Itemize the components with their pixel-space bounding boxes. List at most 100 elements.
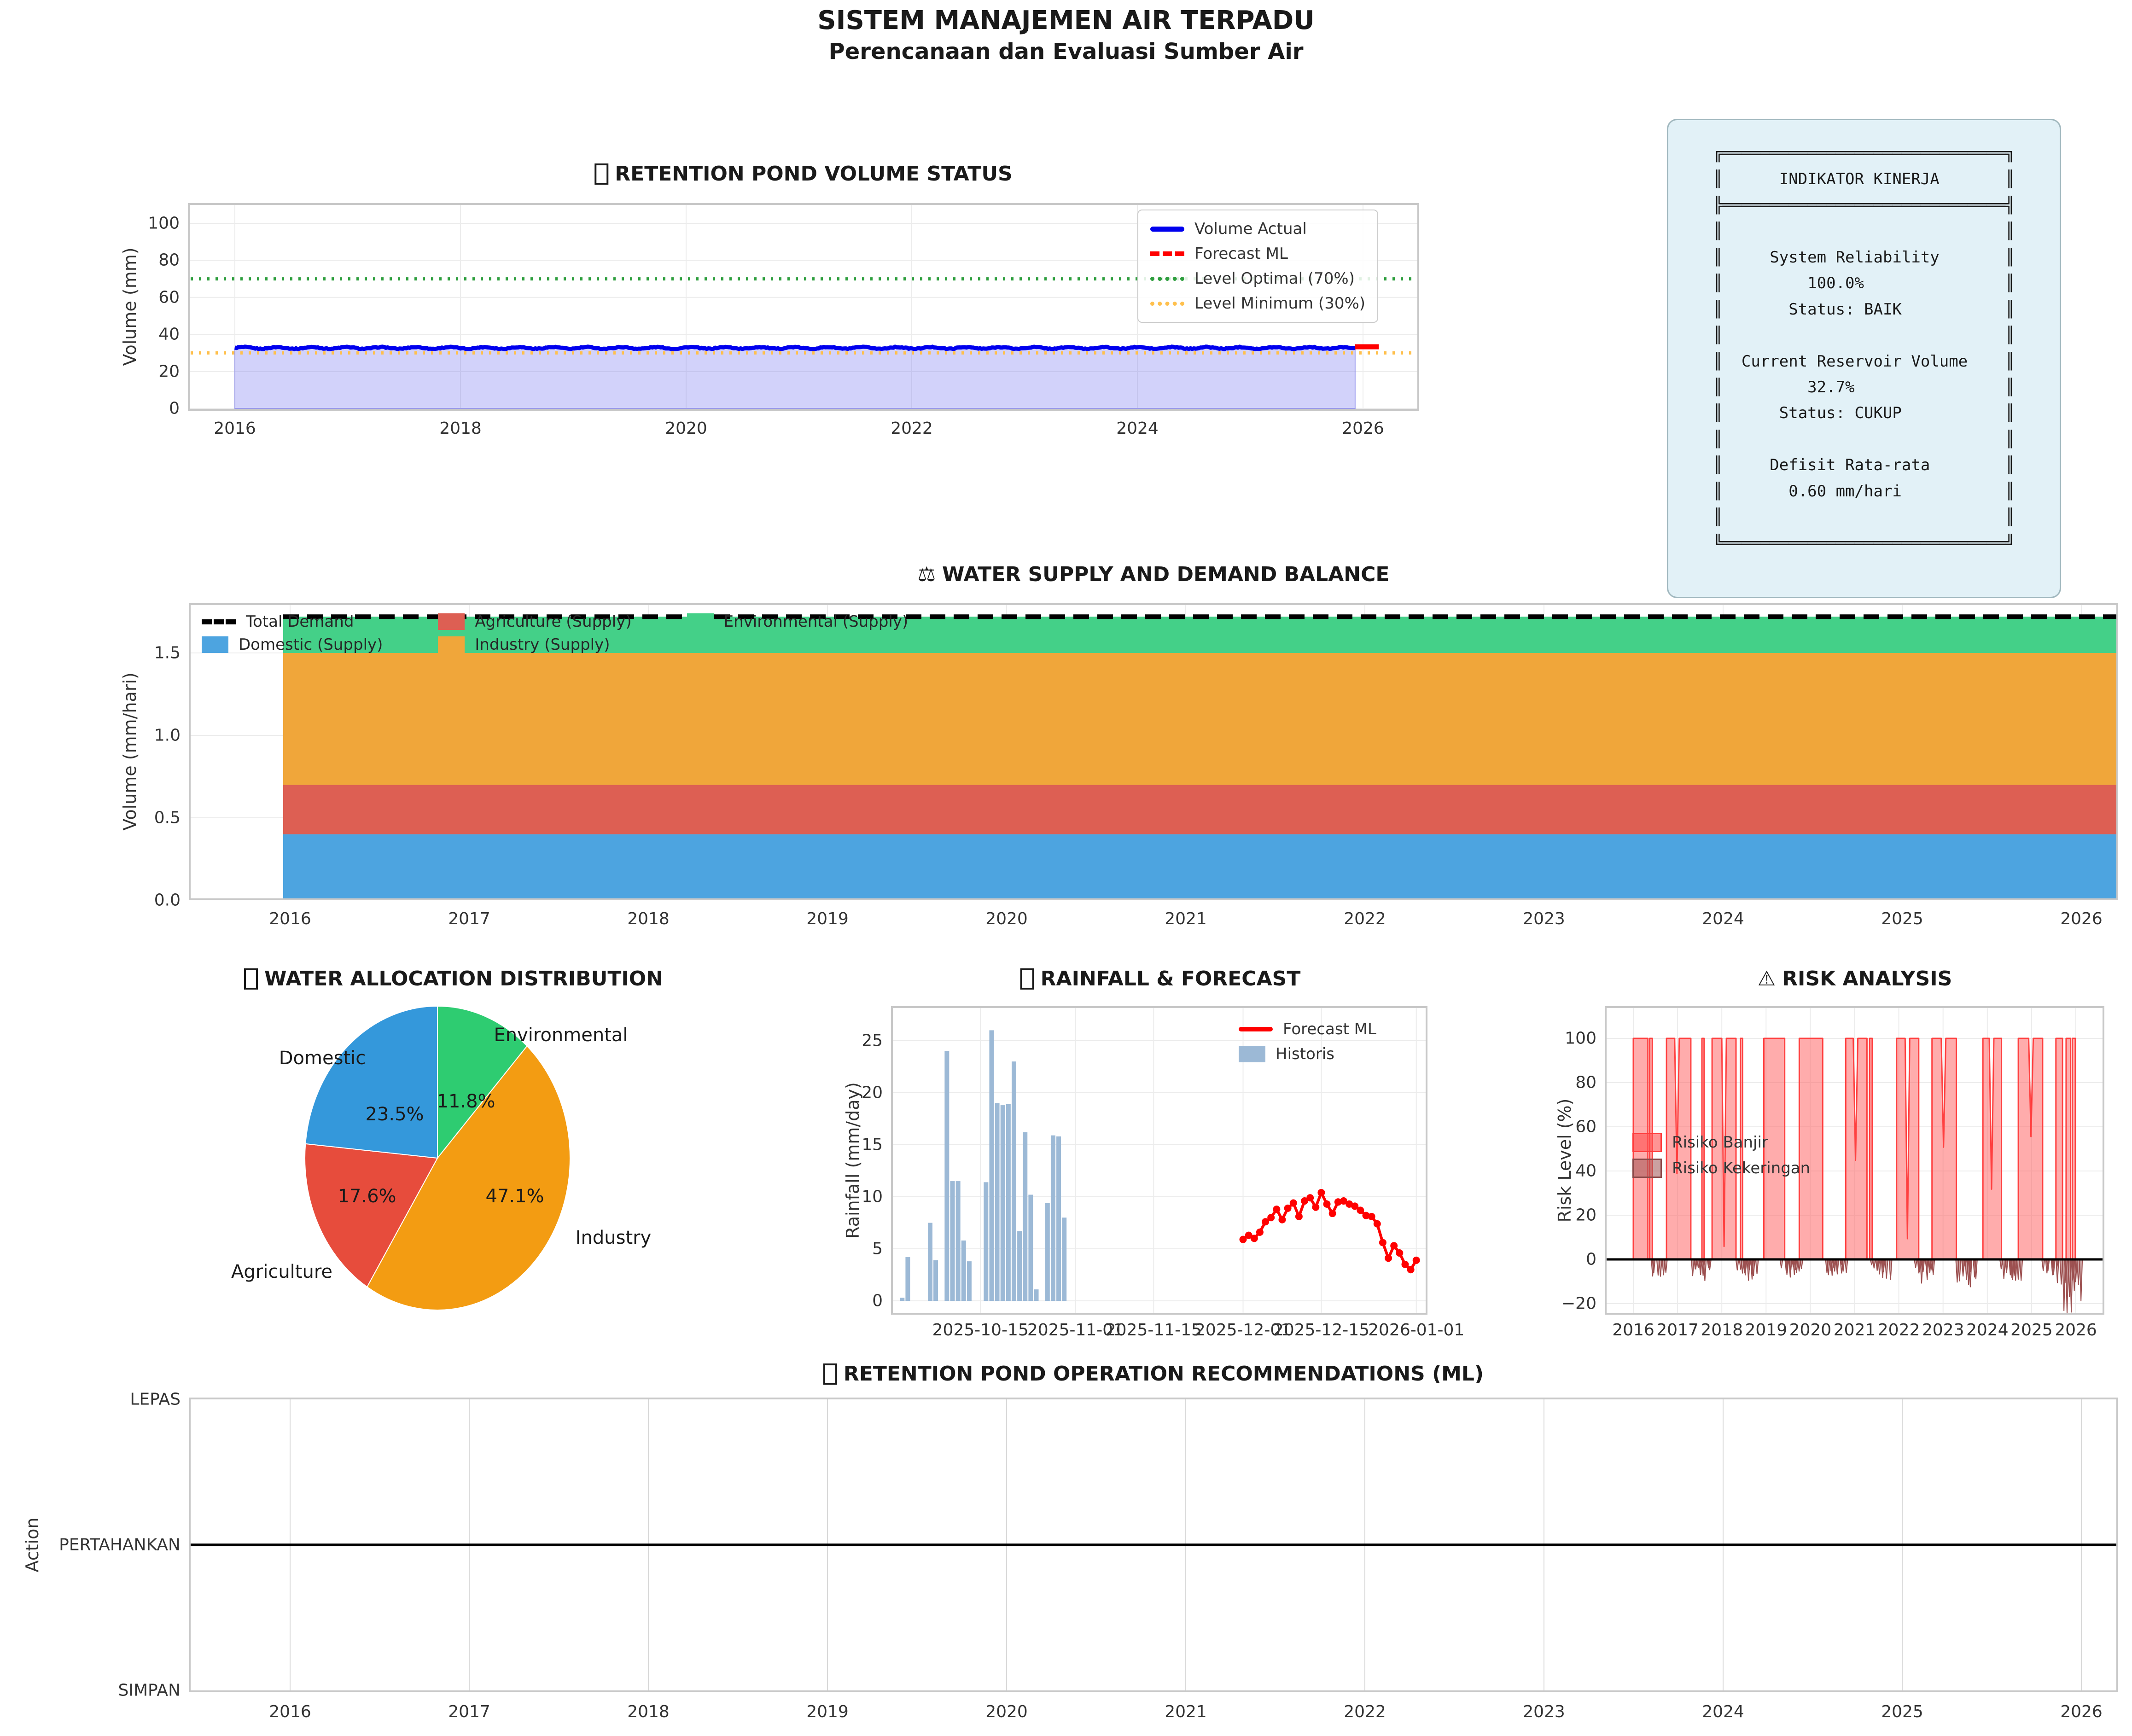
y-tick-label: 25 [862,1031,883,1050]
pie-percent-label: 47.1% [485,1186,544,1207]
x-tick-label: 2023 [1922,1321,1964,1340]
rainfall-chart-title: RAINFALL & FORECAST [1020,967,1300,990]
balance-ylabel: Volume (mm/hari) [120,672,140,831]
industry-swatch-icon [438,636,465,653]
y-tick-label: 20 [862,1083,883,1102]
indicator-line: ║ Status: CUKUP ║ [1713,404,2015,423]
x-tick-label: 2022 [1344,1702,1386,1721]
indicator-line: ║ ║ [1713,326,2015,345]
legend-item: Level Optimal (70%) [1150,269,1365,288]
indicator-line: ║ 0.60 mm/hari ║ [1713,482,2015,501]
flood-risk-swatch-icon [1632,1133,1662,1152]
y-tick-label: 1.5 [154,643,181,663]
warning-icon: ⚠ [1757,967,1776,990]
indicator-line: ║ 100.0% ║ [1713,274,2015,293]
volume-actual-swatch-icon [1150,226,1184,232]
indicator-line: ║ Status: BAIK ║ [1713,300,2015,319]
legend-item: Level Minimum (30%) [1150,294,1365,313]
legend-item: Environmental (Supply) [687,612,908,631]
forecast-ml-swatch-icon [1150,251,1184,256]
rainfall-ylabel: Rainfall (mm/day) [843,1082,863,1239]
x-tick-label: 2020 [985,909,1028,928]
balance-chart-title: ⚖ WATER SUPPLY AND DEMAND BALANCE [917,563,1390,586]
legend-item: Forecast ML [1239,1020,1376,1038]
x-tick-label: 2019 [806,909,849,928]
x-tick-label: 2017 [448,909,490,928]
indicator-line: ║ Current Reservoir Volume ║ [1713,352,2015,371]
x-tick-label: 2024 [1116,419,1159,438]
x-tick-label: 2026 [2060,909,2103,928]
y-tick-label: SIMPAN [118,1681,181,1700]
indicator-line: ╠══════════════════════════════╣ [1713,196,2015,215]
pie-slice-label: Environmental [494,1025,628,1046]
x-tick-label: 2026 [1342,419,1384,438]
y-tick-label: 80 [1575,1073,1596,1092]
indicator-line: ║ ║ [1713,222,2015,241]
indicator-text: ╔══════════════════════════════╗ ║ INDIKA… [1668,140,2060,556]
indicator-line: ║ ║ [1713,430,2015,449]
x-tick-label: 2025 [2010,1321,2053,1340]
legend-item: Agriculture (Supply) [438,612,632,631]
pie-slice-label: Agriculture [231,1261,332,1282]
x-tick-label: 2026 [2060,1702,2103,1721]
x-tick-label: 2025 [1881,1702,1923,1721]
y-tick-label: 20 [1575,1206,1596,1225]
allocation-chart-title: WATER ALLOCATION DISTRIBUTION [244,967,663,990]
indicator-line: ║ Defisit Rata-rata ║ [1713,456,2015,475]
indicator-line: ║ 32.7% ║ [1713,378,2015,396]
y-tick-label: 60 [158,288,180,307]
pie-slice-label: Industry [575,1227,652,1248]
x-tick-label: 2021 [1833,1321,1876,1340]
missing-emoji-icon [823,1363,837,1385]
x-tick-label: 2019 [806,1702,849,1721]
x-tick-label: 2023 [1523,1702,1565,1721]
indicator-line: ║ INDIKATOR KINERJA ║ [1713,170,2015,189]
y-tick-label: 20 [158,362,180,381]
pie-percent-label: 11.8% [437,1091,495,1112]
indicator-line: ╚══════════════════════════════╝ [1713,534,2015,553]
volume-legend: Volume Actual Forecast ML Level Optimal … [1137,210,1379,323]
x-tick-label: 2022 [1344,909,1386,928]
x-tick-label: 2020 [665,419,707,438]
indicator-line: ║ ║ [1713,508,2015,527]
x-tick-label: 2022 [891,419,933,438]
operations-chart-canvas [189,1398,2118,1692]
indicator-line: ╔══════════════════════════════╗ [1713,144,2015,163]
x-tick-label: 2018 [1701,1321,1743,1340]
legend-item: Total Demand [202,612,383,631]
x-tick-label: 2025-10-15 [932,1321,1029,1340]
domestic-swatch-icon [202,636,228,653]
x-tick-label: 2025 [1881,909,1923,928]
x-tick-label: 2021 [1165,1702,1207,1721]
x-tick-label: 2021 [1165,909,1207,928]
pie-percent-label: 17.6% [338,1186,396,1207]
historis-swatch-icon [1239,1046,1265,1062]
x-tick-label: 2026 [2055,1321,2097,1340]
indicator-line: ║ System Reliability ║ [1713,248,2015,267]
level-minimum-swatch-icon [1150,301,1184,306]
missing-emoji-icon [244,968,258,990]
volume-ylabel: Volume (mm) [120,247,140,366]
y-tick-label: 10 [862,1187,883,1206]
agriculture-swatch-icon [438,613,465,630]
scales-icon: ⚖ [917,563,936,586]
drought-risk-swatch-icon [1632,1159,1662,1178]
risk-legend: Risiko Banjir Risiko Kekeringan [1632,1133,1810,1178]
x-tick-label: 2018 [439,419,482,438]
y-tick-label: 60 [1575,1117,1596,1136]
x-tick-label: 2018 [627,1702,670,1721]
missing-emoji-icon [1020,968,1034,990]
x-tick-label: 2024 [1702,1702,1744,1721]
legend-item: Volume Actual [1150,220,1365,238]
y-tick-label: 15 [862,1135,883,1154]
x-tick-label: 2024 [1966,1321,2009,1340]
x-tick-label: 2022 [1877,1321,1920,1340]
pie-percent-label: 23.5% [365,1104,424,1125]
legend-item: Forecast ML [1150,245,1365,263]
x-tick-label: 2019 [1745,1321,1788,1340]
y-tick-label: 0 [1586,1250,1596,1269]
volume-chart-title: RETENTION POND VOLUME STATUS [594,162,1013,186]
y-tick-label: 0 [169,399,180,418]
x-tick-label: 2016 [1612,1321,1654,1340]
y-tick-label: 100 [148,214,180,233]
